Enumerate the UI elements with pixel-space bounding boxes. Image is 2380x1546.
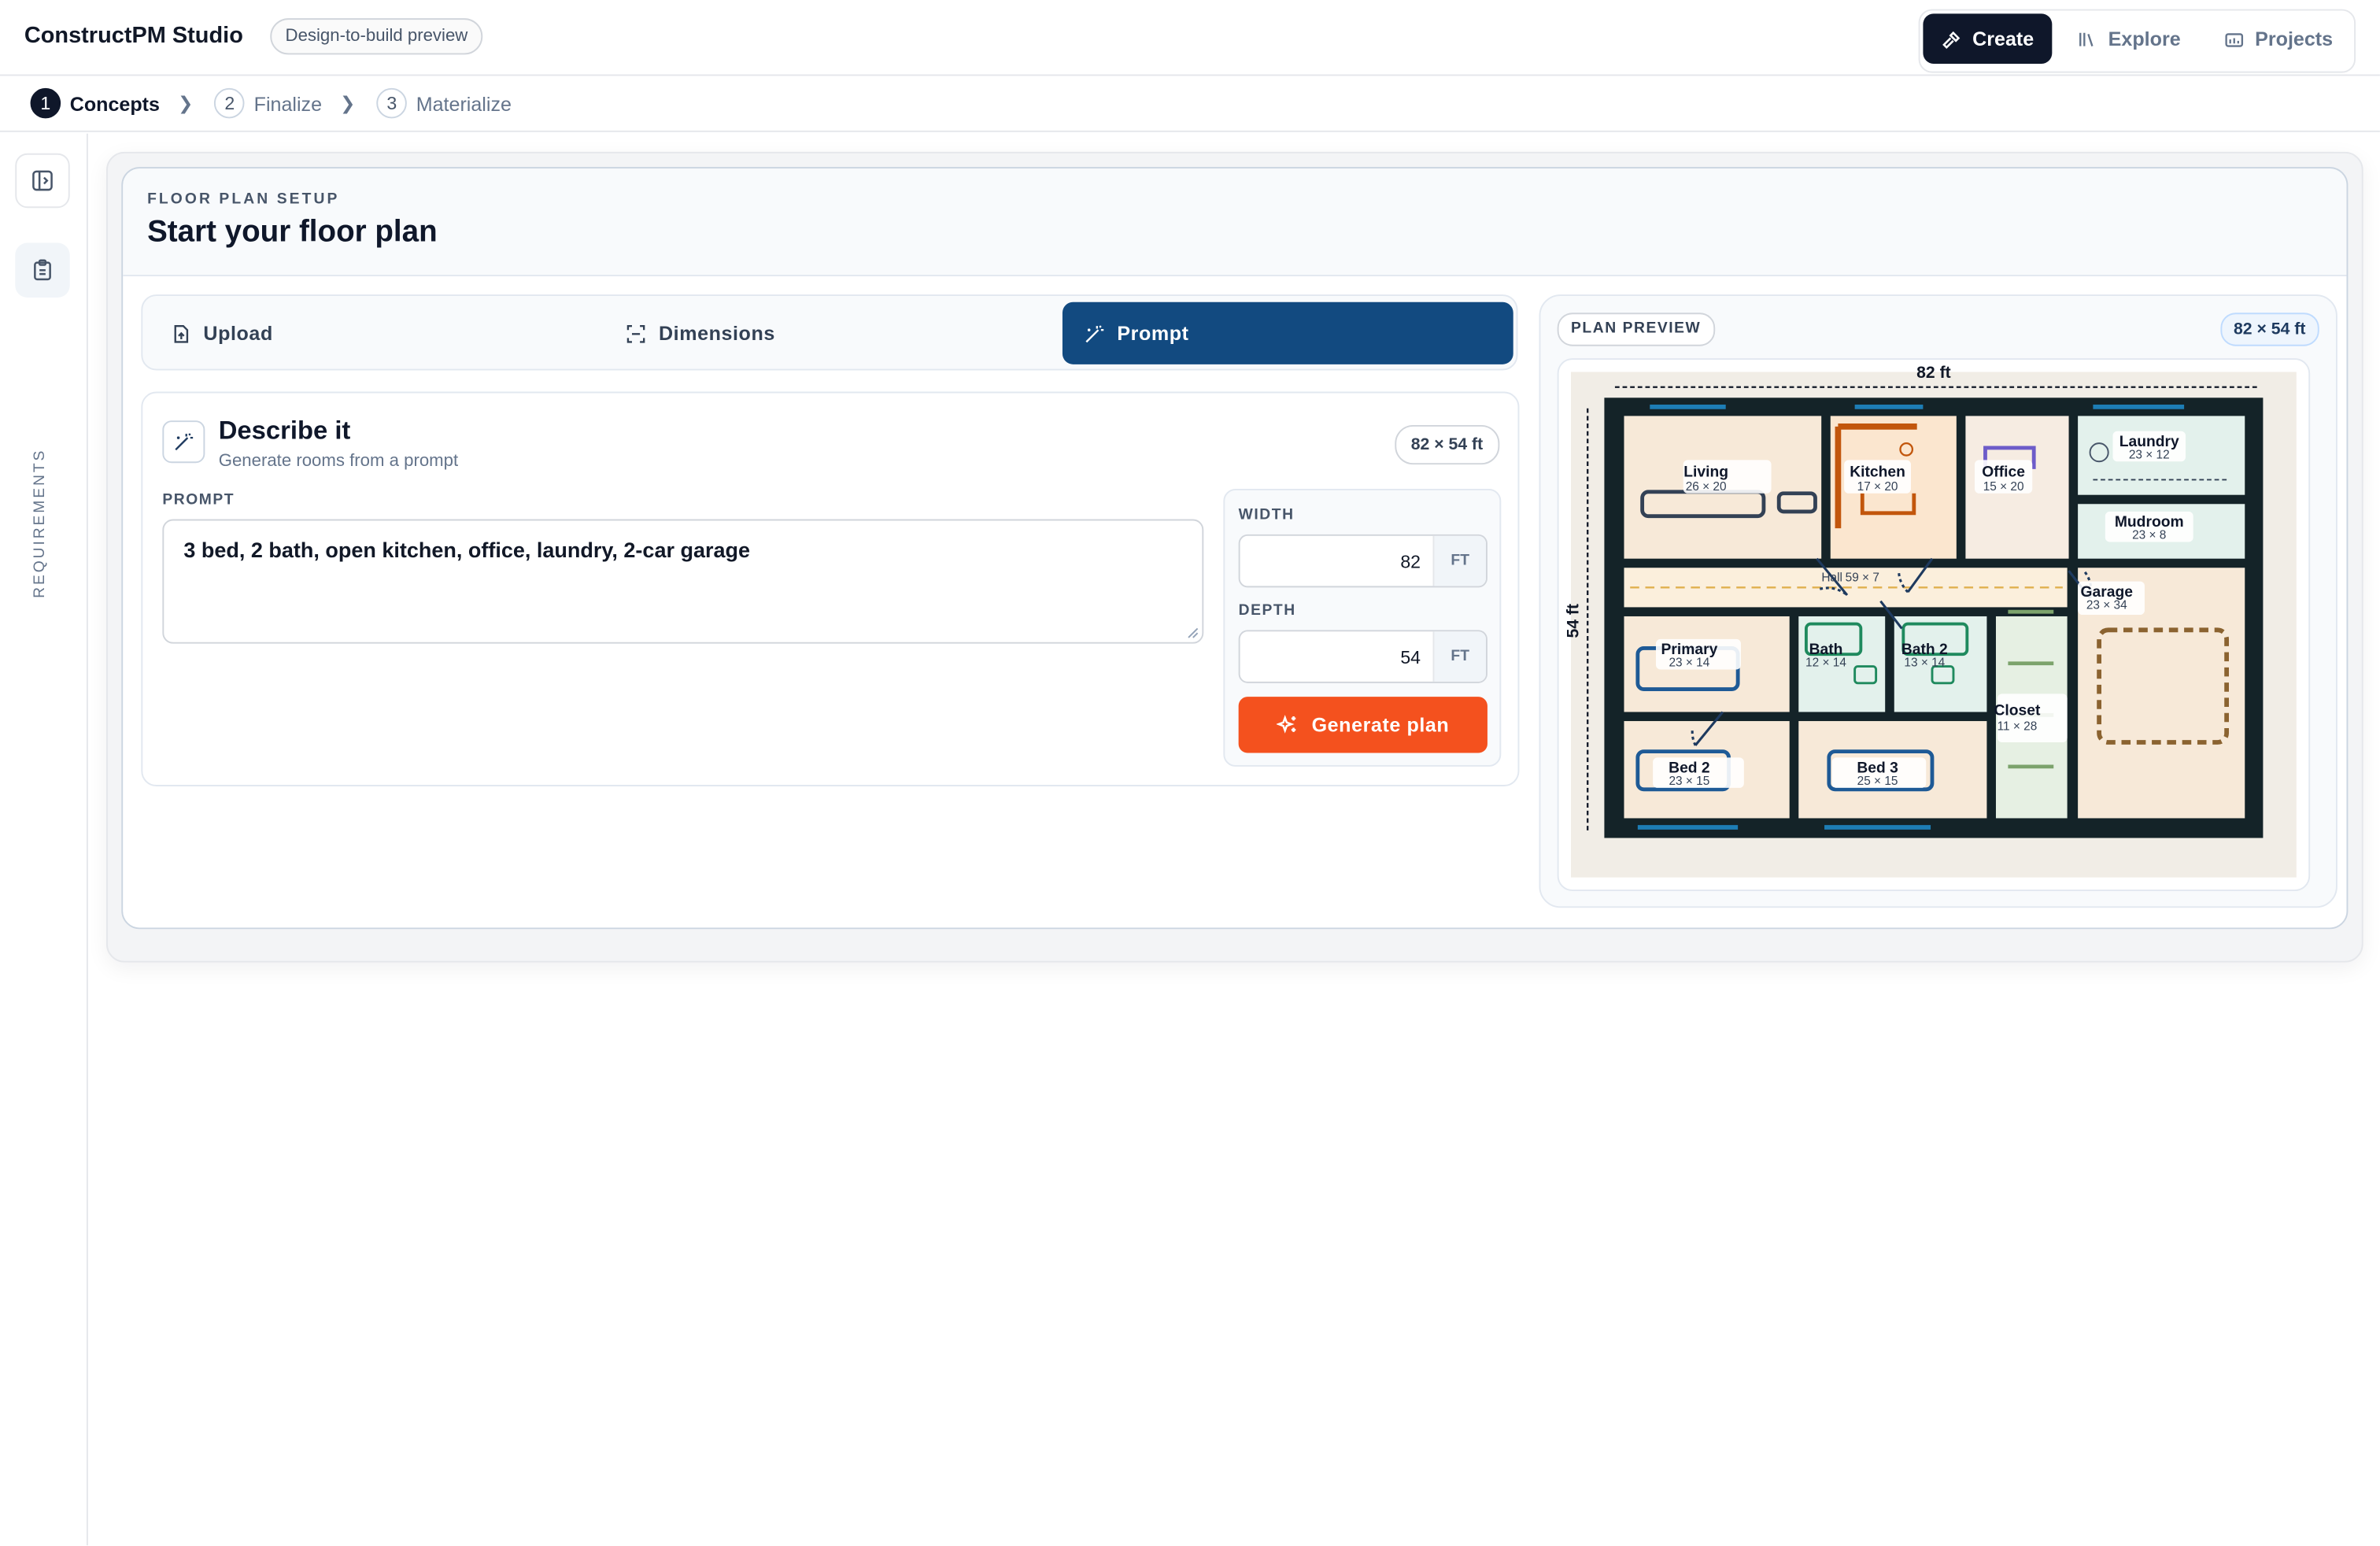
tab-label: Dimensions [658, 321, 775, 345]
main-nav: Create Explore Projects [1917, 9, 2356, 73]
depth-label: DEPTH [1238, 602, 1296, 620]
chevron-right-icon: ❯ [178, 92, 194, 114]
step-number: 3 [376, 87, 408, 119]
describe-title: Describe it [218, 416, 351, 446]
hammer-icon [1942, 30, 1960, 49]
generate-plan-button[interactable]: Generate plan [1238, 697, 1488, 753]
library-icon [2079, 31, 2094, 46]
size-panel: WIDTH 82 FT DEPTH 54 FT Generate plan [1223, 488, 1502, 767]
room-label: Living [1683, 464, 1728, 481]
room-dims: 23 × 8 [2132, 529, 2166, 542]
top-bar: ConstructPM Studio Design-to-build previ… [0, 0, 2380, 76]
width-input[interactable]: 82 FT [1238, 534, 1488, 588]
room-dims: 15 × 20 [1983, 480, 2024, 494]
magic-wand-icon [162, 420, 205, 464]
nav-explore-button[interactable]: Explore [2058, 13, 2199, 64]
requirements-button[interactable] [15, 242, 70, 298]
room-dims: 13 × 14 [1904, 656, 1945, 670]
nav-projects-label: Projects [2255, 27, 2334, 50]
nav-create-label: Create [1972, 27, 2034, 50]
preview-badge: Design-to-build preview [270, 18, 483, 55]
width-dimension: 82 ft [1916, 364, 1951, 382]
depth-input[interactable]: 54 FT [1238, 630, 1488, 683]
prompt-text: 3 bed, 2 bath, open kitchen, office, lau… [183, 537, 751, 562]
card-header: FLOOR PLAN SETUP Start your floor plan [123, 168, 2347, 276]
step-label: Materialize [416, 91, 512, 115]
width-unit: FT [1432, 535, 1487, 586]
generate-label: Generate plan [1311, 713, 1450, 737]
room-label: Hall [1821, 571, 1842, 585]
app-title: ConstructPM Studio [24, 22, 243, 49]
scan-icon [626, 324, 645, 342]
dimensions-chip: 82 × 54 ft [1394, 424, 1500, 465]
file-upload-icon [174, 324, 189, 342]
room-label: Kitchen [1850, 464, 1905, 481]
step-label: Finalize [253, 91, 323, 115]
card-eyebrow: FLOOR PLAN SETUP [147, 190, 340, 209]
room-dims: 17 × 20 [1857, 480, 1898, 494]
sparkle-icon [1277, 715, 1296, 734]
plan-preview-label: PLAN PREVIEW [1557, 313, 1715, 346]
room-dims: 23 × 15 [1669, 775, 1709, 788]
room-dims: 11 × 28 [1998, 720, 2038, 734]
nav-projects-button[interactable]: Projects [2205, 13, 2352, 64]
tab-label: Upload [203, 321, 273, 345]
floor-plan-drawing: 82 ft 54 ft Living 26 × 20 Kitchen 17 × … [1565, 364, 2297, 878]
tab-upload[interactable]: Upload [170, 302, 273, 364]
room-dims: 59 × 7 [1846, 571, 1879, 585]
step-number: 2 [214, 87, 246, 119]
requirements-label: REQUIREMENTS [31, 448, 49, 598]
step-number: 1 [30, 87, 61, 119]
step-materialize[interactable]: 3 Materialize [376, 87, 512, 119]
room-label: Office [1982, 464, 2025, 481]
room-dims: 26 × 20 [1686, 480, 1727, 494]
room-dims: 23 × 14 [1669, 656, 1709, 670]
tab-dimensions[interactable]: Dimensions [626, 302, 775, 364]
nav-create-button[interactable]: Create [1922, 13, 2053, 64]
step-concepts[interactable]: 1 Concepts [30, 87, 160, 119]
width-value: 82 [1400, 551, 1421, 573]
room-dims: 12 × 14 [1805, 656, 1846, 670]
describe-subtitle: Generate rooms from a prompt [218, 452, 459, 471]
room-dims: 23 × 12 [2129, 448, 2170, 461]
resize-handle-icon[interactable] [1187, 627, 1199, 638]
tab-prompt[interactable]: Prompt [1062, 301, 1513, 364]
tab-label: Prompt [1117, 321, 1189, 345]
step-finalize[interactable]: 2 Finalize [214, 87, 323, 119]
describe-panel: Describe it Generate rooms from a prompt… [141, 391, 1520, 786]
width-label: WIDTH [1238, 507, 1295, 524]
room-dims: 23 × 34 [2086, 598, 2127, 612]
prompt-textarea[interactable]: 3 bed, 2 bath, open kitchen, office, lau… [162, 519, 1204, 644]
depth-unit: FT [1432, 631, 1487, 682]
folder-icon [2224, 32, 2243, 46]
room-label: Closet [1994, 702, 2041, 719]
toggle-sidebar-button[interactable] [15, 153, 70, 209]
step-label: Concepts [69, 91, 160, 115]
plan-preview-panel: PLAN PREVIEW 82 × 54 ft 82 ft 54 ft Livi… [1539, 294, 2338, 908]
page-title: Start your floor plan [147, 215, 438, 250]
depth-dimension: 54 ft [1565, 604, 1583, 638]
stepper: 1 Concepts ❯ 2 Finalize ❯ 3 Materialize [0, 76, 2380, 132]
depth-value: 54 [1400, 646, 1421, 668]
left-rail: REQUIREMENTS [0, 133, 88, 1546]
plan-dimensions-chip: 82 × 54 ft [2219, 313, 2319, 346]
clipboard-icon [34, 259, 51, 281]
sidebar-toggle-icon [32, 170, 53, 191]
chevron-right-icon: ❯ [340, 92, 356, 114]
nav-explore-label: Explore [2108, 27, 2181, 50]
magic-wand-icon [1085, 324, 1104, 342]
input-mode-tabs: Upload Dimensions Prompt [141, 294, 1518, 371]
room-dims: 25 × 15 [1857, 775, 1898, 788]
prompt-label: PROMPT [162, 491, 235, 509]
floor-plan-canvas[interactable]: 82 ft 54 ft Living 26 × 20 Kitchen 17 × … [1557, 358, 2311, 892]
